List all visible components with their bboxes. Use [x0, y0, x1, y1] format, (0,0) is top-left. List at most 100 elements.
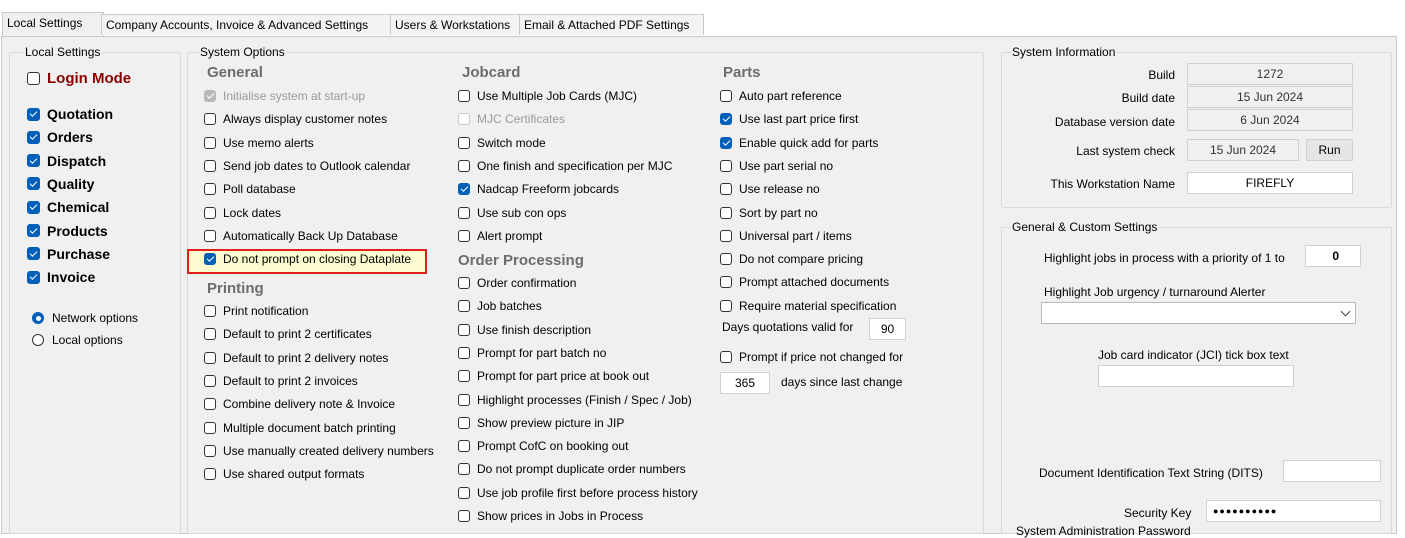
- opt-one-finish-and-specification-per-mjc[interactable]: One finish and specification per MJC: [458, 157, 672, 175]
- days-valid-input[interactable]: 90: [869, 318, 906, 340]
- opt-require-material-specification[interactable]: Require material specification: [720, 297, 896, 315]
- local-options-label: Local options: [52, 333, 123, 347]
- opt-use-release-no-label: Use release no: [739, 182, 820, 197]
- checkbox-checked-icon: [27, 107, 40, 121]
- module-invoice-checkbox-label: Invoice: [47, 269, 96, 286]
- last-check-label: Last system check: [1076, 144, 1175, 158]
- tab-users-workstations[interactable]: Users & Workstations: [390, 14, 522, 35]
- days-since-input[interactable]: 365: [720, 372, 770, 394]
- opt-default-to-print-2-invoices-label: Default to print 2 invoices: [223, 373, 358, 388]
- checkbox-box: [458, 113, 470, 126]
- opt-use-finish-description[interactable]: Use finish description: [458, 321, 591, 339]
- security-key-input[interactable]: ●●●●●●●●●●: [1206, 500, 1381, 522]
- opt-do-not-prompt-duplicate-order-numbers[interactable]: Do not prompt duplicate order numbers: [458, 460, 686, 478]
- opt-send-job-dates-to-outlook-calendar[interactable]: Send job dates to Outlook calendar: [204, 157, 410, 175]
- tab-company-accounts[interactable]: Company Accounts, Invoice & Advanced Set…: [101, 14, 394, 35]
- order-processing-heading: Order Processing: [458, 252, 584, 269]
- opt-multiple-document-batch-printing[interactable]: Multiple document batch printing: [204, 419, 396, 437]
- parts-heading: Parts: [723, 64, 761, 81]
- module-purchase-checkbox[interactable]: Purchase: [27, 245, 110, 263]
- opt-prompt-for-part-price-at-book-out[interactable]: Prompt for part price at book out: [458, 367, 649, 385]
- checkbox-box: [458, 510, 470, 522]
- workstation-name-field[interactable]: FIREFLY: [1187, 172, 1353, 194]
- opt-highlight-processes-finish-spec-job-label: Highlight processes (Finish / Spec / Job…: [477, 392, 692, 407]
- module-quality-checkbox[interactable]: Quality: [27, 175, 94, 193]
- system-options-legend: System Options: [199, 45, 286, 59]
- opt-universal-part-items[interactable]: Universal part / items: [720, 227, 852, 245]
- opt-use-memo-alerts-label: Use memo alerts: [223, 135, 314, 150]
- opt-use-last-part-price-first[interactable]: Use last part price first: [720, 110, 858, 128]
- opt-alert-prompt[interactable]: Alert prompt: [458, 227, 542, 245]
- network-options-radio[interactable]: Network options: [32, 309, 138, 327]
- opt-enable-quick-add-for-parts[interactable]: Enable quick add for parts: [720, 134, 878, 152]
- opt-job-batches[interactable]: Job batches: [458, 297, 542, 315]
- checkbox-checked-icon: [720, 113, 732, 126]
- chevron-down-icon: [1340, 306, 1351, 317]
- opt-use-part-serial-no[interactable]: Use part serial no: [720, 157, 833, 175]
- checkbox-checked-icon: [720, 136, 732, 149]
- module-chemical-checkbox[interactable]: Chemical: [27, 198, 109, 216]
- opt-default-to-print-2-certificates-label: Default to print 2 certificates: [223, 327, 372, 342]
- checkbox-checked-icon: [27, 247, 40, 261]
- opt-default-to-print-2-certificates[interactable]: Default to print 2 certificates: [204, 325, 372, 343]
- opt-do-not-prompt-on-closing-dataplate[interactable]: Do not prompt on closing Dataplate: [204, 250, 411, 268]
- opt-use-release-no[interactable]: Use release no: [720, 180, 820, 198]
- checkbox-checked-icon: [27, 154, 40, 168]
- opt-lock-dates[interactable]: Lock dates: [204, 204, 281, 222]
- module-dispatch-checkbox[interactable]: Dispatch: [27, 152, 106, 170]
- run-button[interactable]: Run: [1306, 139, 1353, 161]
- module-products-checkbox[interactable]: Products: [27, 222, 108, 240]
- checkbox-box: [204, 206, 216, 219]
- opt-send-job-dates-to-outlook-calendar-label: Send job dates to Outlook calendar: [223, 158, 411, 173]
- opt-sort-by-part-no[interactable]: Sort by part no: [720, 204, 818, 222]
- opt-default-to-print-2-delivery-notes[interactable]: Default to print 2 delivery notes: [204, 349, 388, 367]
- network-options-label: Network options: [52, 311, 139, 325]
- prompt-price-checkbox[interactable]: Prompt if price not changed for: [720, 348, 903, 366]
- opt-default-to-print-2-invoices[interactable]: Default to print 2 invoices: [204, 372, 358, 390]
- opt-use-shared-output-formats-label: Use shared output formats: [223, 467, 365, 482]
- opt-use-shared-output-formats[interactable]: Use shared output formats: [204, 465, 364, 483]
- opt-use-multiple-job-cards-mjc[interactable]: Use Multiple Job Cards (MJC): [458, 87, 637, 105]
- login-mode-checkbox[interactable]: Login Mode: [27, 69, 131, 87]
- opt-combine-delivery-note-invoice[interactable]: Combine delivery note & Invoice: [204, 395, 395, 413]
- opt-prompt-for-part-price-at-book-out-label: Prompt for part price at book out: [477, 369, 650, 384]
- tab-email-pdf[interactable]: Email & Attached PDF Settings: [519, 14, 704, 35]
- opt-prompt-attached-documents[interactable]: Prompt attached documents: [720, 273, 889, 291]
- opt-use-job-profile-first-before-process-history[interactable]: Use job profile first before process his…: [458, 484, 698, 502]
- module-orders-checkbox[interactable]: Orders: [27, 128, 93, 146]
- opt-prompt-for-part-batch-no[interactable]: Prompt for part batch no: [458, 344, 606, 362]
- opt-do-not-compare-pricing[interactable]: Do not compare pricing: [720, 250, 863, 268]
- checkbox-box: [458, 300, 470, 313]
- opt-auto-part-reference[interactable]: Auto part reference: [720, 87, 842, 105]
- opt-print-notification[interactable]: Print notification: [204, 302, 308, 320]
- system-information-legend: System Information: [1011, 45, 1117, 59]
- urgency-dropdown[interactable]: [1041, 302, 1356, 324]
- checkbox-box: [204, 468, 216, 481]
- opt-alert-prompt-label: Alert prompt: [477, 228, 543, 243]
- opt-order-confirmation[interactable]: Order confirmation: [458, 274, 576, 292]
- opt-show-prices-in-jobs-in-process[interactable]: Show prices in Jobs in Process: [458, 507, 643, 525]
- opt-automatically-back-up-database[interactable]: Automatically Back Up Database: [204, 227, 398, 245]
- tab-local-settings[interactable]: Local Settings: [2, 12, 104, 36]
- jci-input[interactable]: [1098, 365, 1294, 387]
- dits-input[interactable]: [1283, 460, 1381, 482]
- opt-use-sub-con-ops[interactable]: Use sub con ops: [458, 204, 566, 222]
- opt-show-preview-picture-in-jip[interactable]: Show preview picture in JIP: [458, 414, 624, 432]
- opt-use-manually-created-delivery-numbers[interactable]: Use manually created delivery numbers: [204, 442, 434, 460]
- checkbox-box: [458, 393, 470, 406]
- opt-poll-database[interactable]: Poll database: [204, 180, 296, 198]
- opt-nadcap-freeform-jobcards[interactable]: Nadcap Freeform jobcards: [458, 180, 619, 198]
- local-options-radio[interactable]: Local options: [32, 331, 123, 349]
- dits-label: Document Identification Text String (DIT…: [1039, 466, 1263, 480]
- module-invoice-checkbox[interactable]: Invoice: [27, 268, 95, 286]
- opt-switch-mode[interactable]: Switch mode: [458, 134, 546, 152]
- module-quotation-checkbox-label: Quotation: [47, 106, 114, 122]
- opt-use-memo-alerts[interactable]: Use memo alerts: [204, 134, 314, 152]
- module-quotation-checkbox[interactable]: Quotation: [27, 105, 113, 123]
- priority-input[interactable]: 0: [1305, 245, 1361, 267]
- opt-highlight-processes-finish-spec-job[interactable]: Highlight processes (Finish / Spec / Job…: [458, 391, 692, 409]
- checkbox-checked-icon: [27, 200, 40, 214]
- opt-mjc-certificates: MJC Certificates: [458, 110, 565, 128]
- opt-always-display-customer-notes[interactable]: Always display customer notes: [204, 110, 387, 128]
- opt-prompt-cofc-on-booking-out[interactable]: Prompt CofC on booking out: [458, 437, 628, 455]
